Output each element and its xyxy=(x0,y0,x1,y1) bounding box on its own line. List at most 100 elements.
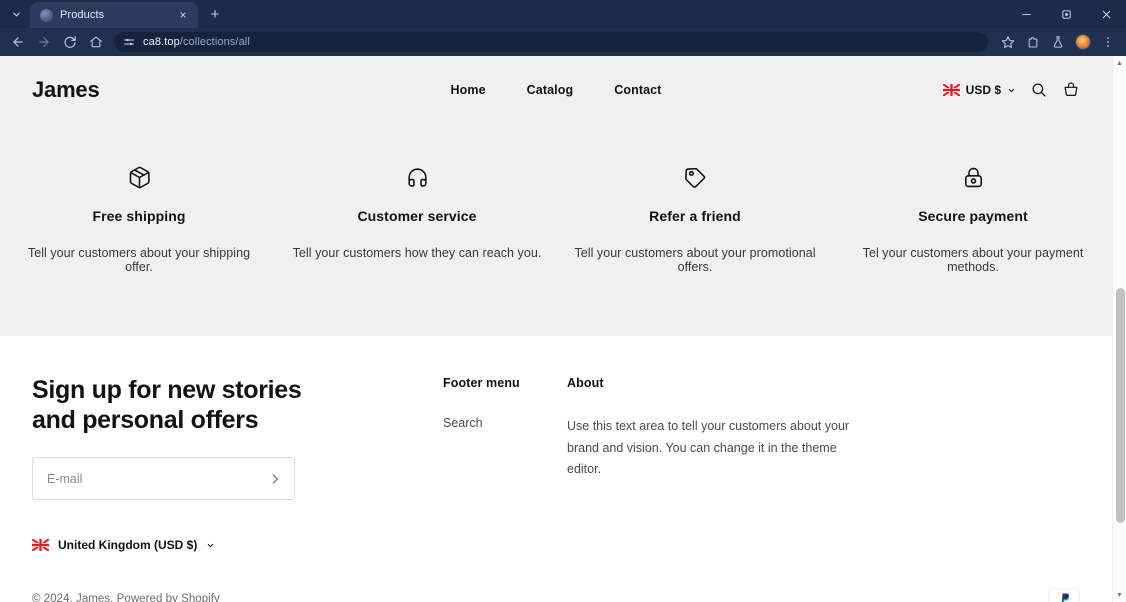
browser-toolbar: ca8.top/collections/all xyxy=(0,28,1126,56)
reload-icon xyxy=(64,36,76,48)
back-arrow-icon xyxy=(13,37,23,47)
profile-avatar xyxy=(1075,34,1091,50)
feature-title: Refer a friend xyxy=(649,208,741,224)
uk-flag-icon xyxy=(32,539,49,551)
feature-customer-service: Customer service Tell your customers how… xyxy=(278,162,556,274)
extensions-button[interactable] xyxy=(1021,30,1045,54)
browser-menu-button[interactable] xyxy=(1096,30,1120,54)
site-footer: Sign up for new stories and personal off… xyxy=(0,336,1112,500)
feature-description: Tell your customers how they can reach y… xyxy=(292,246,542,260)
country-selector[interactable]: United Kingdom (USD $) xyxy=(32,538,215,552)
cart-button[interactable] xyxy=(1062,81,1080,99)
feature-highlights: Free shipping Tell your customers about … xyxy=(0,124,1112,336)
package-box-glyph xyxy=(129,166,150,188)
arrow-right-icon xyxy=(272,473,278,484)
currency-selector[interactable]: USD $ xyxy=(942,83,1016,97)
price-tag-icon xyxy=(570,162,820,192)
new-tab-button[interactable]: + xyxy=(202,1,228,27)
country-label: United Kingdom (USD $) xyxy=(58,538,198,552)
storefront-page: James Home Catalog Contact USD $ Free sh… xyxy=(0,56,1112,602)
page-scrollbar[interactable]: ▲ ▼ xyxy=(1112,56,1126,602)
browser-tab-products[interactable]: Products × xyxy=(30,2,198,28)
chevron-down-icon xyxy=(1008,88,1015,92)
feature-description: Tell your customers about your promotion… xyxy=(574,246,816,274)
legal-row: © 2024, James. Powered by Shopify xyxy=(32,588,1080,602)
tab-title: Products xyxy=(60,9,105,21)
footer-menu-title: Footer menu xyxy=(443,376,520,390)
newsletter-heading: Sign up for new stories and personal off… xyxy=(32,376,302,434)
footer-bottom: United Kingdom (USD $) © 2024, James. Po… xyxy=(0,538,1112,602)
about-column: About Use this text area to tell your cu… xyxy=(567,376,867,481)
toolbar-actions xyxy=(996,30,1120,54)
scroll-down-arrow[interactable]: ▼ xyxy=(1113,588,1126,602)
lock-glyph xyxy=(964,167,982,187)
price-tag-glyph xyxy=(684,167,705,188)
feature-description: Tell your customers about your shipping … xyxy=(27,246,251,274)
scroll-up-arrow[interactable]: ▲ xyxy=(1113,56,1126,70)
about-text: Use this text area to tell your customer… xyxy=(567,419,850,476)
address-bar[interactable]: ca8.top/collections/all xyxy=(114,32,988,52)
footer-menu-column: Footer menu Search xyxy=(443,376,567,430)
uk-flag-icon xyxy=(942,84,960,96)
tab-search-button[interactable] xyxy=(2,1,30,27)
nav-item-contact[interactable]: Contact xyxy=(614,83,661,97)
feature-title: Free shipping xyxy=(92,208,186,224)
newsletter-form[interactable] xyxy=(32,457,295,500)
store-logo[interactable]: James xyxy=(32,77,100,103)
copyright-text: © 2024, James. Powered by Shopify xyxy=(32,592,220,602)
scrollbar-thumb[interactable] xyxy=(1116,288,1125,523)
minimize-button[interactable] xyxy=(1006,0,1046,28)
feature-refer-a-friend: Refer a friend Tell your customers about… xyxy=(556,162,834,274)
labs-button[interactable] xyxy=(1046,30,1070,54)
flask-icon xyxy=(1053,36,1063,48)
home-icon xyxy=(90,36,102,48)
browser-window: Products × + ca8.top/collections/all Jam… xyxy=(0,0,1126,602)
maximize-icon xyxy=(1061,9,1071,19)
url-text: ca8.top/collections/all xyxy=(143,36,250,48)
minimize-icon xyxy=(1021,13,1031,15)
newsletter-signup: Sign up for new stories and personal off… xyxy=(32,376,427,500)
forward-arrow-icon xyxy=(39,37,49,47)
home-button[interactable] xyxy=(84,30,108,54)
search-button[interactable] xyxy=(1030,81,1048,99)
newsletter-submit-button[interactable] xyxy=(262,466,288,492)
nav-item-catalog[interactable]: Catalog xyxy=(527,83,574,97)
feature-title: Secure payment xyxy=(918,208,1028,224)
forward-button[interactable] xyxy=(32,30,56,54)
maximize-button[interactable] xyxy=(1046,0,1086,28)
email-input[interactable] xyxy=(47,471,262,486)
reload-button[interactable] xyxy=(58,30,82,54)
footer-link-search[interactable]: Search xyxy=(443,416,567,430)
lock-icon xyxy=(848,162,1098,192)
window-controls xyxy=(1006,0,1126,28)
extensions-icon xyxy=(1028,37,1038,48)
star-icon xyxy=(1001,36,1015,48)
paypal-glyph xyxy=(1061,593,1069,602)
nav-item-home[interactable]: Home xyxy=(451,83,486,97)
package-box-icon xyxy=(14,162,264,192)
shopify-favicon xyxy=(40,8,53,22)
chevron-down-icon xyxy=(208,543,214,547)
headphones-icon xyxy=(292,162,542,192)
tune-icon xyxy=(124,38,134,46)
paypal-icon xyxy=(1048,588,1080,602)
page-viewport: James Home Catalog Contact USD $ Free sh… xyxy=(0,56,1126,602)
bookmark-button[interactable] xyxy=(996,30,1020,54)
back-button[interactable] xyxy=(6,30,30,54)
close-tab-icon[interactable]: × xyxy=(175,7,191,23)
headphones-glyph xyxy=(407,167,427,187)
currency-label: USD $ xyxy=(965,83,1001,97)
feature-description: Tel your customers about your payment me… xyxy=(862,246,1084,274)
close-window-button[interactable] xyxy=(1086,0,1126,28)
feature-title: Customer service xyxy=(357,208,477,224)
about-title: About xyxy=(567,376,604,390)
url-path: /collections/all xyxy=(179,36,250,48)
site-header: James Home Catalog Contact USD $ xyxy=(0,56,1112,124)
profile-button[interactable] xyxy=(1071,30,1095,54)
kebab-menu-icon xyxy=(1107,37,1109,47)
site-settings-icon[interactable] xyxy=(122,35,136,49)
close-icon xyxy=(1102,10,1110,18)
chevron-down-icon xyxy=(12,12,20,16)
feature-free-shipping: Free shipping Tell your customers about … xyxy=(0,162,278,274)
header-actions: USD $ xyxy=(942,81,1080,99)
